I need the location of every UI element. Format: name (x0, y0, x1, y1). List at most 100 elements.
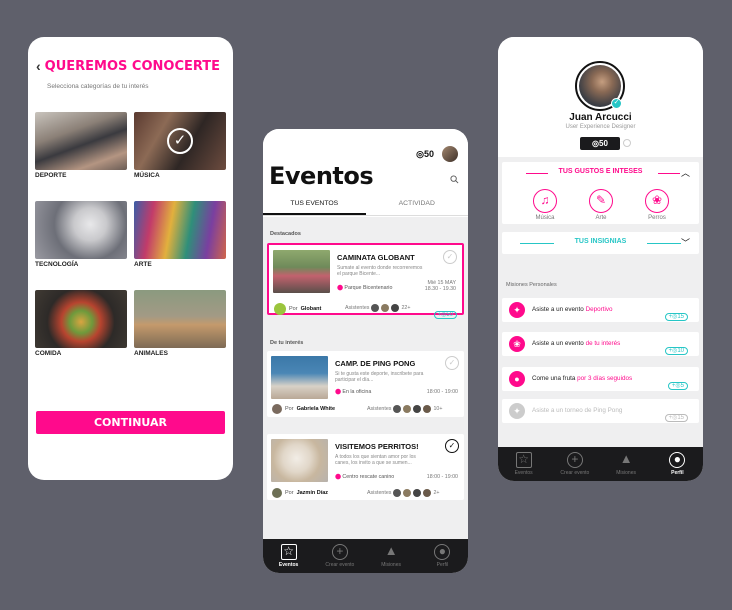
event-date: Mié 15 MAY 18.30 - 19.30 (425, 280, 456, 292)
location-text: Parque Bicentenario (344, 285, 393, 291)
nav-crear-evento[interactable]: + Crear evento (320, 544, 360, 568)
time-text: 18.30 - 19.30 (424, 286, 456, 292)
attendees-more: 22+ (401, 305, 411, 311)
badges-title: TUS INSIGNIAS (574, 238, 627, 245)
attendee-avatar (423, 405, 432, 413)
attendee-avatar (413, 405, 422, 413)
interest-arte[interactable]: ✎ Arte (585, 189, 617, 221)
event-card[interactable]: CAMP. DE PING PONG Si te gusta este depo… (267, 351, 464, 417)
attendee-avatar (413, 489, 422, 497)
check-icon[interactable]: ✓ (443, 250, 457, 264)
interest-label: Música (535, 215, 555, 221)
event-organizer: Por Globant (274, 303, 321, 315)
profile-role: User Experience Designer (565, 124, 636, 130)
nav-perfil[interactable]: ● Perfil (422, 544, 462, 568)
mission-highlight: de tu interés (585, 340, 621, 347)
category-label: TECNOLOGÍA (35, 261, 79, 268)
mission-text-main: Come una fruta (532, 375, 578, 382)
check-icon[interactable]: ✓ (445, 439, 459, 453)
category-tecnologia[interactable]: TECNOLOGÍA (35, 201, 127, 268)
nav-misiones[interactable]: ▲ Misiones (371, 544, 411, 568)
mission-highlight: Deportivo (585, 306, 613, 313)
points-badge: +◎50 (433, 303, 457, 321)
points-value: +◎10 (664, 347, 688, 355)
attendees-more: 2+ (433, 490, 440, 496)
interests-title[interactable]: TUS GUSTOS E INTESES (502, 168, 699, 175)
bottom-navbar: ☆ Eventos + Crear evento ▲ Misiones ● Perfil (498, 447, 703, 481)
tab-actividad[interactable]: ACTIVIDAD (366, 198, 469, 215)
attendee-avatar (403, 489, 412, 497)
nav-label: Perfil (436, 562, 449, 568)
interests-card: TUS GUSTOS E INTESES ︿ ♫ Música ✎ Arte ❀ Pe… (502, 162, 699, 224)
mission-text-main: Asiste a un evento (532, 340, 586, 347)
user-circle-icon: ● (434, 544, 451, 560)
category-animales[interactable]: ANIMALES (134, 290, 226, 357)
location-pin-icon: ⬤ (335, 474, 341, 480)
chevron-down-icon[interactable]: ﹀ (681, 236, 690, 249)
search-icon[interactable] (450, 175, 459, 184)
category-label: ANIMALES (134, 350, 168, 357)
interest-label: Arte (595, 215, 607, 221)
nav-label: Misiones (381, 562, 401, 568)
mission-item[interactable]: ✦ Asiste a un evento Deportivo +◎15 (502, 298, 699, 322)
mission-item[interactable]: ● Come una fruta por 3 días seguidos +◎5 (502, 367, 699, 391)
event-image (271, 356, 328, 399)
mission-item[interactable]: ❀ Asiste a un evento de tu interés +◎10 (502, 332, 699, 356)
location-text: En la oficina (342, 389, 372, 395)
nav-eventos[interactable]: ☆ Eventos (269, 544, 309, 568)
page-subtitle: Selecciona categorías de tu interés (47, 83, 149, 90)
mountain-flag-icon: ▲ (384, 543, 398, 558)
organizer-avatar (272, 404, 282, 414)
section-label-featured: Destacados (270, 231, 301, 237)
nav-label: Misiones (616, 470, 636, 476)
chevron-up-icon[interactable]: ︿ (681, 166, 690, 179)
nav-misiones[interactable]: ▲ Misiones (606, 452, 646, 476)
attendee-avatar (403, 405, 412, 413)
tab-tus-eventos[interactable]: TUS EVENTOS (263, 198, 366, 215)
chevron-left-icon[interactable]: ‹ (36, 58, 41, 74)
plus-circle-icon: + (331, 544, 348, 560)
attendee-avatar (391, 304, 400, 312)
by-prefix: Por (285, 406, 294, 412)
points-value: +◎15 (664, 414, 688, 422)
mission-text: Asiste a un evento Deportivo (532, 306, 613, 313)
bottom-navbar: ☆ Eventos + Crear evento ▲ Misiones ● Perfil (263, 539, 468, 573)
featured-event-card[interactable]: CAMINATA GLOBANT Sumate al evento donde … (267, 243, 464, 319)
category-image (35, 112, 127, 170)
category-image (134, 290, 226, 348)
category-musica[interactable]: ✓ MÚSICA (134, 112, 226, 179)
category-image (134, 201, 226, 259)
events-screen: ◎50 Eventos TUS EVENTOS ACTIVIDAD Destac… (263, 129, 468, 573)
attendee-avatar (423, 489, 432, 497)
event-card[interactable]: VISITEMOS PERRITOS! A todos los que sien… (267, 434, 464, 500)
category-deporte[interactable]: DEPORTE (35, 112, 127, 179)
attendee-avatar (393, 405, 402, 413)
avatar[interactable] (442, 146, 458, 162)
calendar-star-icon: ☆ (280, 544, 297, 560)
coin-info-icon[interactable] (623, 139, 631, 147)
mission-item-disabled[interactable]: ✦ Asiste a un torneo de Ping Pong +◎15 (502, 399, 699, 423)
nav-crear-evento[interactable]: + Crear evento (555, 452, 595, 476)
category-label: DEPORTE (35, 172, 67, 179)
profile-body: TUS GUSTOS E INTESES ︿ ♫ Música ✎ Arte ❀ Pe… (498, 157, 703, 447)
nav-label: Eventos (514, 470, 533, 476)
attendees-label: Asistentes (367, 490, 392, 496)
interest-musica[interactable]: ♫ Música (529, 189, 561, 221)
interest-perros[interactable]: ❀ Perros (641, 189, 673, 221)
event-image (271, 439, 328, 482)
event-organizer: Por Gabriela White (272, 404, 335, 414)
badges-card[interactable]: TUS INSIGNIAS ﹀ (502, 232, 699, 254)
category-comida[interactable]: COMIDA (35, 290, 127, 357)
event-description: A todos los que sientan amor por los can… (335, 454, 416, 466)
location-pin-icon: ⬤ (335, 389, 341, 395)
coin-balance: ◎50 (416, 149, 434, 159)
category-arte[interactable]: ARTE (134, 201, 226, 268)
continue-button[interactable]: CONTINUAR (36, 411, 225, 434)
nav-perfil[interactable]: ● Perfil (657, 452, 697, 476)
points-badge: +◎5 (667, 374, 688, 392)
check-icon[interactable]: ✓ (445, 356, 459, 370)
attendees-label: Asistentes (367, 406, 392, 412)
nav-eventos[interactable]: ☆ Eventos (504, 452, 544, 476)
events-list: Destacados CAMINATA GLOBANT Sumate al ev… (263, 217, 468, 539)
location-text: Centro rescate canino (342, 474, 395, 480)
